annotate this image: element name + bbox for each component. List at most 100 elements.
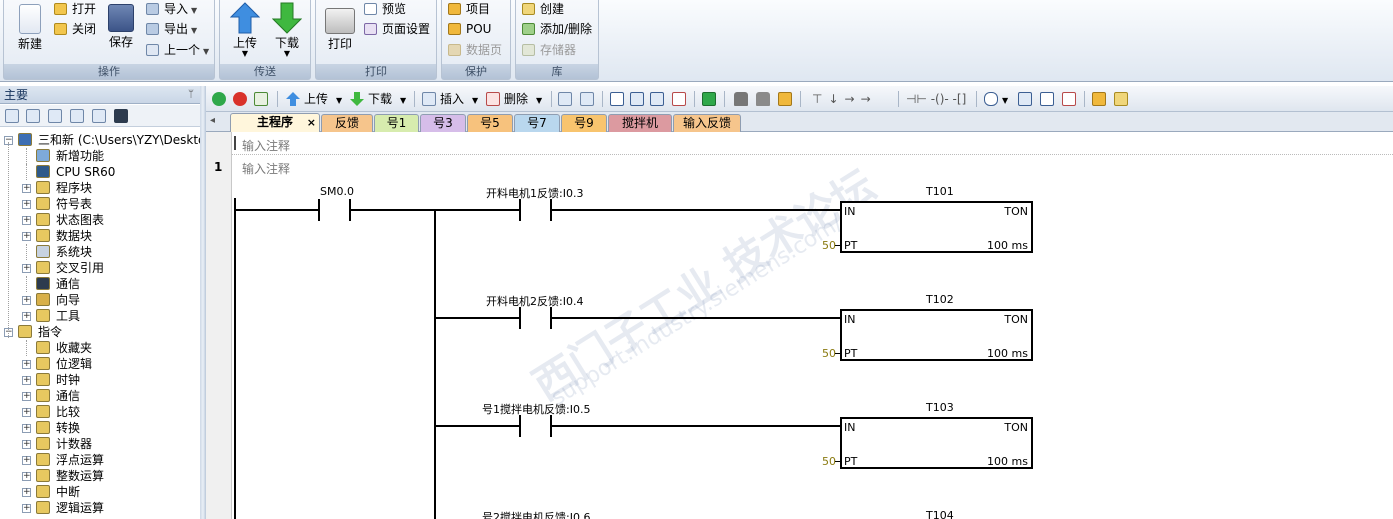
- memory-library-button[interactable]: 存储器: [522, 41, 576, 59]
- view-icon[interactable]: [5, 109, 19, 123]
- pou-protect-button[interactable]: POU: [448, 20, 491, 38]
- save-button[interactable]: 保存: [104, 2, 138, 49]
- export-button[interactable]: 导出 ▼: [146, 20, 197, 38]
- expand-icon[interactable]: +: [22, 440, 31, 449]
- expand-icon[interactable]: +: [22, 200, 31, 209]
- add-delete-library-button[interactable]: 添加/删除: [522, 20, 592, 38]
- contact-label-i04[interactable]: 开料电机2反馈:I0.4: [486, 293, 583, 309]
- monitor-icon[interactable]: [114, 109, 128, 123]
- tree-item[interactable]: + 逻辑运算: [0, 500, 200, 516]
- clear-bookmark-icon[interactable]: [672, 92, 686, 106]
- stop-icon[interactable]: [233, 92, 247, 106]
- tree-item[interactable]: + 数据块: [0, 228, 200, 244]
- tree-item[interactable]: + 浮点运算: [0, 452, 200, 468]
- force-icon[interactable]: [702, 92, 716, 106]
- tab-no7[interactable]: 号7: [514, 114, 560, 132]
- ton-box-t103[interactable]: IN TON PT 100 ms: [840, 417, 1033, 469]
- chevron-down-icon[interactable]: ▼: [400, 94, 406, 108]
- contact-label-i06[interactable]: 号2搅拌电机反馈:I0.6: [482, 509, 590, 519]
- expand-icon[interactable]: +: [22, 296, 31, 305]
- expand-icon[interactable]: +: [22, 360, 31, 369]
- table-status-icon[interactable]: [580, 92, 594, 106]
- contact-label-i03[interactable]: 开料电机1反馈:I0.3: [486, 185, 583, 201]
- tab-scroll-left-icon[interactable]: ◂: [210, 115, 215, 126]
- expand-icon[interactable]: +: [22, 376, 31, 385]
- tree-item[interactable]: 系统块: [0, 244, 200, 260]
- properties-icon[interactable]: [1114, 92, 1128, 106]
- tree-item[interactable]: + 整数运算: [0, 468, 200, 484]
- tree-item[interactable]: + 工具: [0, 308, 200, 324]
- open-button[interactable]: 打开: [54, 0, 96, 18]
- previous-button[interactable]: 上一个 ▼: [146, 41, 209, 59]
- expand-icon[interactable]: +: [22, 312, 31, 321]
- ton-box-t101[interactable]: IN TON PT 100 ms: [840, 201, 1033, 253]
- expand-icon[interactable]: +: [22, 232, 31, 241]
- toolbar-download-button[interactable]: 下载: [368, 92, 392, 106]
- toolbar-insert-button[interactable]: 插入: [440, 92, 464, 106]
- tree-item[interactable]: − 三和新 (C:\Users\YZY\Desktop): [0, 132, 200, 148]
- tab-mixer[interactable]: 搅拌机: [608, 114, 672, 132]
- timer-pt-value[interactable]: 50: [822, 347, 836, 360]
- unlock-icon[interactable]: [756, 92, 770, 106]
- pin-icon[interactable]: ᛘ: [188, 86, 194, 104]
- chevron-down-icon[interactable]: ▼: [472, 94, 478, 108]
- tree-item[interactable]: + 比较: [0, 404, 200, 420]
- tree-item[interactable]: + 通信: [0, 388, 200, 404]
- expand-icon[interactable]: +: [22, 264, 31, 273]
- bookmark-icon[interactable]: [650, 92, 664, 106]
- tree-item[interactable]: + 位逻辑: [0, 356, 200, 372]
- detail-view-icon[interactable]: [92, 109, 106, 123]
- ladder-editor[interactable]: 输入注释 1 输入注释 西门子工业 技术论坛 support.industry.…: [206, 132, 1393, 519]
- toolbar-upload-button[interactable]: 上传: [304, 92, 328, 106]
- timer-pt-value[interactable]: 50: [822, 455, 836, 468]
- chevron-down-icon[interactable]: ▼: [336, 94, 342, 108]
- expand-icon[interactable]: +: [22, 184, 31, 193]
- tree-item[interactable]: 新增功能: [0, 148, 200, 164]
- network-line-tools[interactable]: ⊤↓→→: [812, 92, 877, 106]
- tab-main-program[interactable]: 主程序 ×: [230, 113, 320, 132]
- tree-item[interactable]: − 指令: [0, 324, 200, 340]
- protect-icon[interactable]: [778, 92, 792, 106]
- tree-item[interactable]: + 交叉引用: [0, 260, 200, 276]
- project-protect-button[interactable]: 项目: [448, 0, 490, 18]
- tree-item[interactable]: + 计数器: [0, 436, 200, 452]
- delete-table-icon[interactable]: [1062, 92, 1076, 106]
- lock-icon[interactable]: [734, 92, 748, 106]
- page-setup-button[interactable]: 页面设置: [364, 20, 430, 38]
- tree-item[interactable]: + 符号表: [0, 196, 200, 212]
- data-page-protect-button[interactable]: 数据页: [448, 41, 502, 59]
- timer-pt-value[interactable]: 50: [822, 239, 836, 252]
- tab-feedback[interactable]: 反馈: [321, 114, 373, 132]
- contact-label-i05[interactable]: 号1搅拌电机反馈:I0.5: [482, 401, 590, 417]
- symbol-icon[interactable]: [610, 92, 624, 106]
- contact-label-sm0[interactable]: SM0.0: [320, 185, 354, 198]
- tree-item[interactable]: + 程序块: [0, 180, 200, 196]
- program-status-icon[interactable]: [558, 92, 572, 106]
- tree-item[interactable]: + 中断: [0, 484, 200, 500]
- print-button[interactable]: 打印: [322, 2, 358, 51]
- tab-no5[interactable]: 号5: [467, 114, 513, 132]
- expand-icon[interactable]: +: [22, 456, 31, 465]
- download-arrow-icon[interactable]: [350, 92, 364, 106]
- tree-item[interactable]: + 时钟: [0, 372, 200, 388]
- compile-icon[interactable]: [254, 92, 268, 106]
- download-button[interactable]: 下载 ▼: [270, 2, 304, 58]
- tree-item[interactable]: + 向导: [0, 292, 200, 308]
- chevron-down-icon[interactable]: ▼: [536, 94, 542, 108]
- expand-icon[interactable]: +: [22, 488, 31, 497]
- program-comment[interactable]: 输入注释: [242, 137, 290, 154]
- comment-icon[interactable]: [984, 92, 998, 106]
- timer-name-t103[interactable]: T103: [926, 401, 954, 414]
- tree-item[interactable]: + 状态图表: [0, 212, 200, 228]
- network-comment[interactable]: 输入注释: [242, 160, 290, 177]
- tree-item[interactable]: CPU SR60: [0, 164, 200, 180]
- tab-input-feedback[interactable]: 输入反馈: [673, 114, 741, 132]
- upload-arrow-icon[interactable]: [286, 92, 300, 106]
- chevron-down-icon[interactable]: ▼: [1002, 94, 1008, 108]
- table-view-icon[interactable]: [26, 109, 40, 123]
- insert-icon[interactable]: [422, 92, 436, 106]
- timer-name-t102[interactable]: T102: [926, 293, 954, 306]
- tab-no1[interactable]: 号1: [374, 114, 419, 132]
- tree-item[interactable]: 通信: [0, 276, 200, 292]
- timer-name-t101[interactable]: T101: [926, 185, 954, 198]
